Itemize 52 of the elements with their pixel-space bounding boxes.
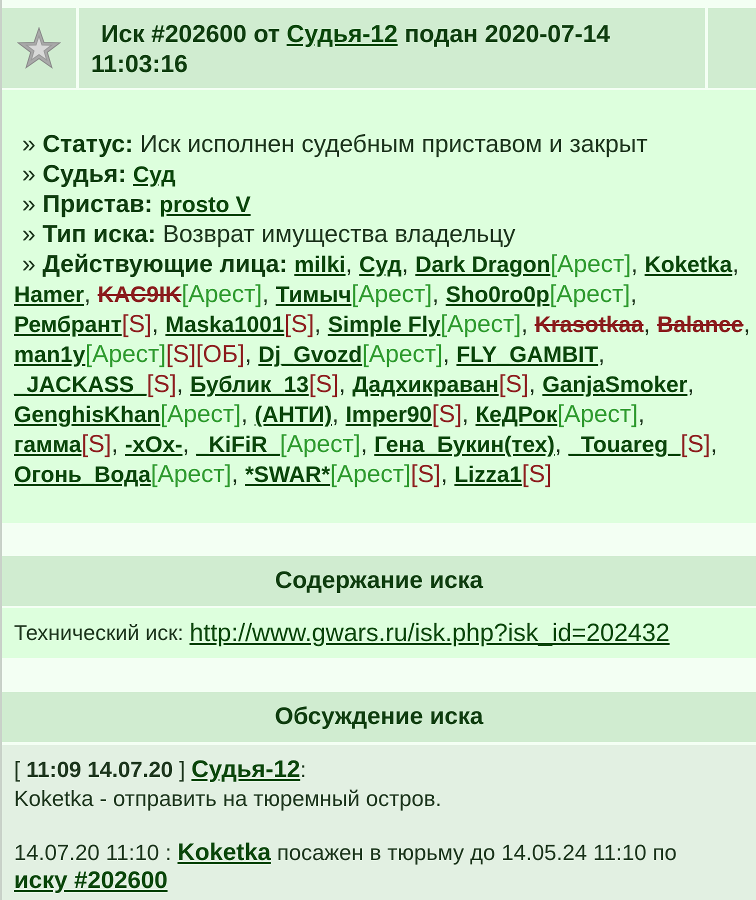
detail-line: » Статус: Иск исполнен судебным приставом и закрыт: [21, 130, 649, 160]
player-link[interactable]: Koketka: [178, 839, 271, 866]
judge-link[interactable]: Судья-12: [286, 21, 398, 48]
section-title: Содержание иска: [2, 556, 756, 606]
claim-link[interactable]: иску #202600: [14, 867, 168, 894]
detail-line: » Судья: Суд: [21, 160, 177, 190]
section-title: Обсуждение иска: [2, 692, 756, 742]
player-link[interactable]: Imper90: [346, 402, 432, 427]
player-link[interactable]: Огонь_Вода: [14, 462, 151, 487]
player-link[interactable]: (АНТИ): [254, 402, 332, 427]
player-link[interactable]: FLY_GAMBIT: [456, 342, 598, 367]
player-link[interactable]: GanjaSmoker: [542, 372, 688, 397]
detail-line: » Тип иска: Возврат имущества владельцу: [21, 220, 516, 250]
claim-link[interactable]: http://www.gwars.ru/isk.php?isk_id=202432: [190, 618, 670, 648]
player-link[interactable]: Koketka: [644, 252, 732, 277]
player-link[interactable]: Суд: [359, 252, 402, 277]
star-icon: [17, 27, 61, 69]
player-link[interactable]: Lizza1: [454, 462, 522, 487]
player-link[interactable]: GenghisKhan: [14, 402, 160, 427]
player-link[interactable]: -xOx-: [124, 432, 182, 457]
player-link[interactable]: milki: [294, 252, 346, 277]
event-text: 14.07.20 11:10 : Koketka посажен в тюрьму до 14.05.24 11:10 по иску #202600: [14, 839, 678, 895]
detail-line: » Пристав: prosto V: [21, 190, 252, 220]
player-link[interactable]: Sho0ro0p: [446, 282, 550, 307]
player-link[interactable]: _KiFiR_: [196, 432, 280, 457]
player-link[interactable]: Дадхикраван: [352, 372, 499, 397]
player-link[interactable]: Гена_Букин(тех): [374, 432, 555, 457]
player-link[interactable]: Бублик_13: [190, 372, 309, 397]
player-link[interactable]: Dark Dragon: [415, 252, 550, 277]
player-link[interactable]: гамма: [14, 432, 82, 457]
player-link[interactable]: Тимыч: [276, 282, 352, 307]
player-link[interactable]: Maska1001: [165, 312, 284, 337]
player-link[interactable]: Krasotkaa: [534, 312, 644, 337]
player-link[interactable]: КеДРок: [476, 402, 558, 427]
player-link[interactable]: Hamer: [14, 282, 84, 307]
content-label: Технический иск:: [14, 620, 184, 646]
player-link[interactable]: Simple Fly: [328, 312, 440, 337]
user-link[interactable]: Суд: [133, 162, 176, 187]
comment-header: [ 11:09 14.07.20 ] Судья-12:: [14, 755, 308, 785]
participants-text: » Действующие лица: milki, Суд, Dark Dragon[Арест], Koketka, Hamer, KAC9IK[Арест], Тимыч[Арест], Sho0ro0p[Арест], Рембрант[S], Maska1001[S], Simple Fly[Арест], Krasotkaa, Balance, man1y[Арест][S][ОБ], Dj_Gvozd[Арест], FLY_GAMBIT, _JACKASS_[S], Бублик_13[S], Дадхикраван[S], GanjaSmoker, GenghisKhan[Арест], (АНТИ), Imper90[S], КеДРок[Арест], гамма[S], -xOx-, _KiFiR_[Арест], Гена_Букин(тех), _Touareg_[S], Огонь_Вода[Арест], *SWAR*[Арест][S], Lizza1[S]: [14, 250, 752, 490]
player-link[interactable]: Balance: [657, 312, 744, 337]
player-link[interactable]: man1y: [14, 342, 86, 367]
player-link[interactable]: *SWAR*: [245, 462, 330, 487]
claim-title: Иск #202600 от Судья-12 подан 2020-07-14 11:03:16: [91, 20, 612, 80]
user-link[interactable]: prosto V: [159, 192, 251, 217]
player-link[interactable]: Рембрант: [14, 312, 122, 337]
comment-text: Koketka - отправить на тюремный остров.: [14, 785, 442, 813]
player-link[interactable]: _JACKASS_: [14, 372, 147, 397]
player-link[interactable]: _Touareg_: [568, 432, 681, 457]
player-link[interactable]: KAC9IK: [98, 282, 182, 307]
author-link[interactable]: Судья-12: [191, 756, 300, 783]
player-link[interactable]: Dj_Gvozd: [258, 342, 362, 367]
